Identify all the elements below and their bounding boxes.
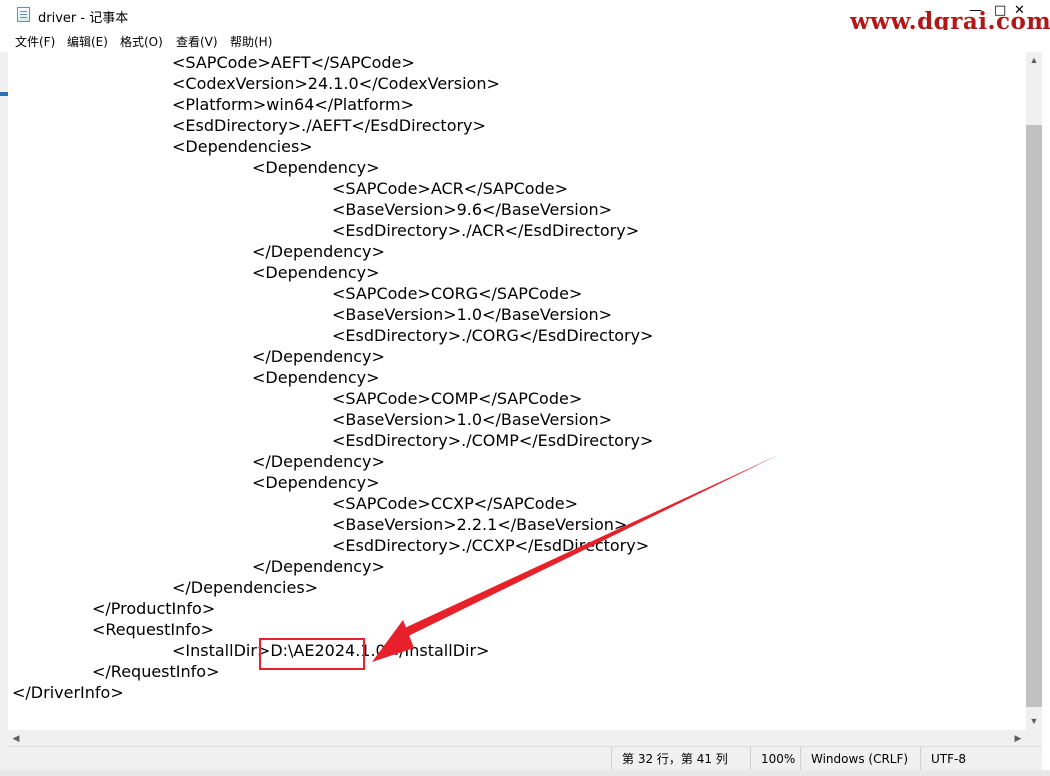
cursor-position: 第 32 行，第 41 列 <box>611 747 750 771</box>
left-window-edge <box>0 52 8 776</box>
editor-line: <CodexVersion>24.1.0</CodexVersion> <box>172 74 500 93</box>
editor-line: <SAPCode>CORG</SAPCode> <box>332 284 583 303</box>
editor-line: <SAPCode>ACR</SAPCode> <box>332 179 568 198</box>
editor-line: <RequestInfo> <box>92 620 215 639</box>
editor-line: </Dependencies> <box>172 578 319 597</box>
bottom-window-edge <box>0 770 1050 776</box>
editor-line: </Dependency> <box>252 347 385 366</box>
line-ending: Windows (CRLF) <box>800 747 910 771</box>
editor-line: <Dependency> <box>252 368 380 387</box>
install-dir-highlight-box <box>259 638 365 670</box>
editor-line: <Dependency> <box>252 473 380 492</box>
scroll-right-arrow-icon[interactable]: ▶ <box>1010 733 1026 744</box>
encoding: UTF-8 <box>920 747 1031 771</box>
editor-line: <EsdDirectory>./COMP</EsdDirectory> <box>332 431 654 450</box>
menu-help[interactable]: 帮助(H) <box>230 33 272 50</box>
editor-line: <SAPCode>COMP</SAPCode> <box>332 389 583 408</box>
scrollbar-corner <box>1026 730 1042 746</box>
notepad-icon <box>17 7 30 22</box>
editor-line: </Dependency> <box>252 452 385 471</box>
zoom-level: 100% <box>750 747 800 771</box>
menu-view[interactable]: 查看(V) <box>176 33 218 50</box>
menu-format[interactable]: 格式(O) <box>120 33 163 50</box>
editor-line: <EsdDirectory>./CCXP</EsdDirectory> <box>332 536 650 555</box>
editor-line: <SAPCode>AEFT</SAPCode> <box>172 53 415 72</box>
editor-line: </RequestInfo> <box>92 662 220 681</box>
editor-line: <SAPCode>CCXP</SAPCode> <box>332 494 578 513</box>
editor-line: </DriverInfo> <box>12 683 124 702</box>
scroll-left-arrow-icon[interactable]: ◀ <box>8 733 24 744</box>
window-title: driver - 记事本 <box>38 11 129 26</box>
horizontal-scrollbar[interactable]: ◀ ▶ <box>8 730 1026 746</box>
title-bar: driver - 记事本 — □ ✕ www.dgrai.com <box>0 0 1050 35</box>
editor-line: </Dependency> <box>252 242 385 261</box>
editor-line: </Dependency> <box>252 557 385 576</box>
editor-line: <BaseVersion>9.6</BaseVersion> <box>332 200 613 219</box>
editor-line: <BaseVersion>1.0</BaseVersion> <box>332 305 613 324</box>
editor-line: <Platform>win64</Platform> <box>172 95 414 114</box>
editor-line: <BaseVersion>1.0</BaseVersion> <box>332 410 613 429</box>
scroll-up-arrow-icon[interactable]: ▲ <box>1026 55 1042 65</box>
editor-line: </ProductInfo> <box>92 599 216 618</box>
scroll-down-arrow-icon[interactable]: ▼ <box>1026 716 1042 726</box>
status-bar: 第 32 行，第 41 列 100% Windows (CRLF) UTF-8 <box>8 746 1042 771</box>
text-editor[interactable]: <SAPCode>AEFT</SAPCode> <CodexVersion>24.… <box>8 52 1026 730</box>
menu-file[interactable]: 文件(F) <box>15 33 55 50</box>
right-window-edge <box>1042 52 1050 776</box>
editor-line: <Dependency> <box>252 158 380 177</box>
editor-line: <Dependencies> <box>172 137 313 156</box>
vertical-scrollbar[interactable]: ▲ ▼ <box>1026 52 1042 730</box>
editor-line: <BaseVersion>2.2.1</BaseVersion> <box>332 515 628 534</box>
editor-line: <EsdDirectory>./AEFT</EsdDirectory> <box>172 116 486 135</box>
menu-bar: 文件(F) 编辑(E) 格式(O) 查看(V) 帮助(H) <box>0 30 1050 53</box>
editor-line: <EsdDirectory>./CORG</EsdDirectory> <box>332 326 654 345</box>
editor-line: <Dependency> <box>252 263 380 282</box>
menu-edit[interactable]: 编辑(E) <box>67 33 108 50</box>
editor-line: <EsdDirectory>./ACR</EsdDirectory> <box>332 221 640 240</box>
vertical-scroll-thumb[interactable] <box>1026 125 1042 707</box>
